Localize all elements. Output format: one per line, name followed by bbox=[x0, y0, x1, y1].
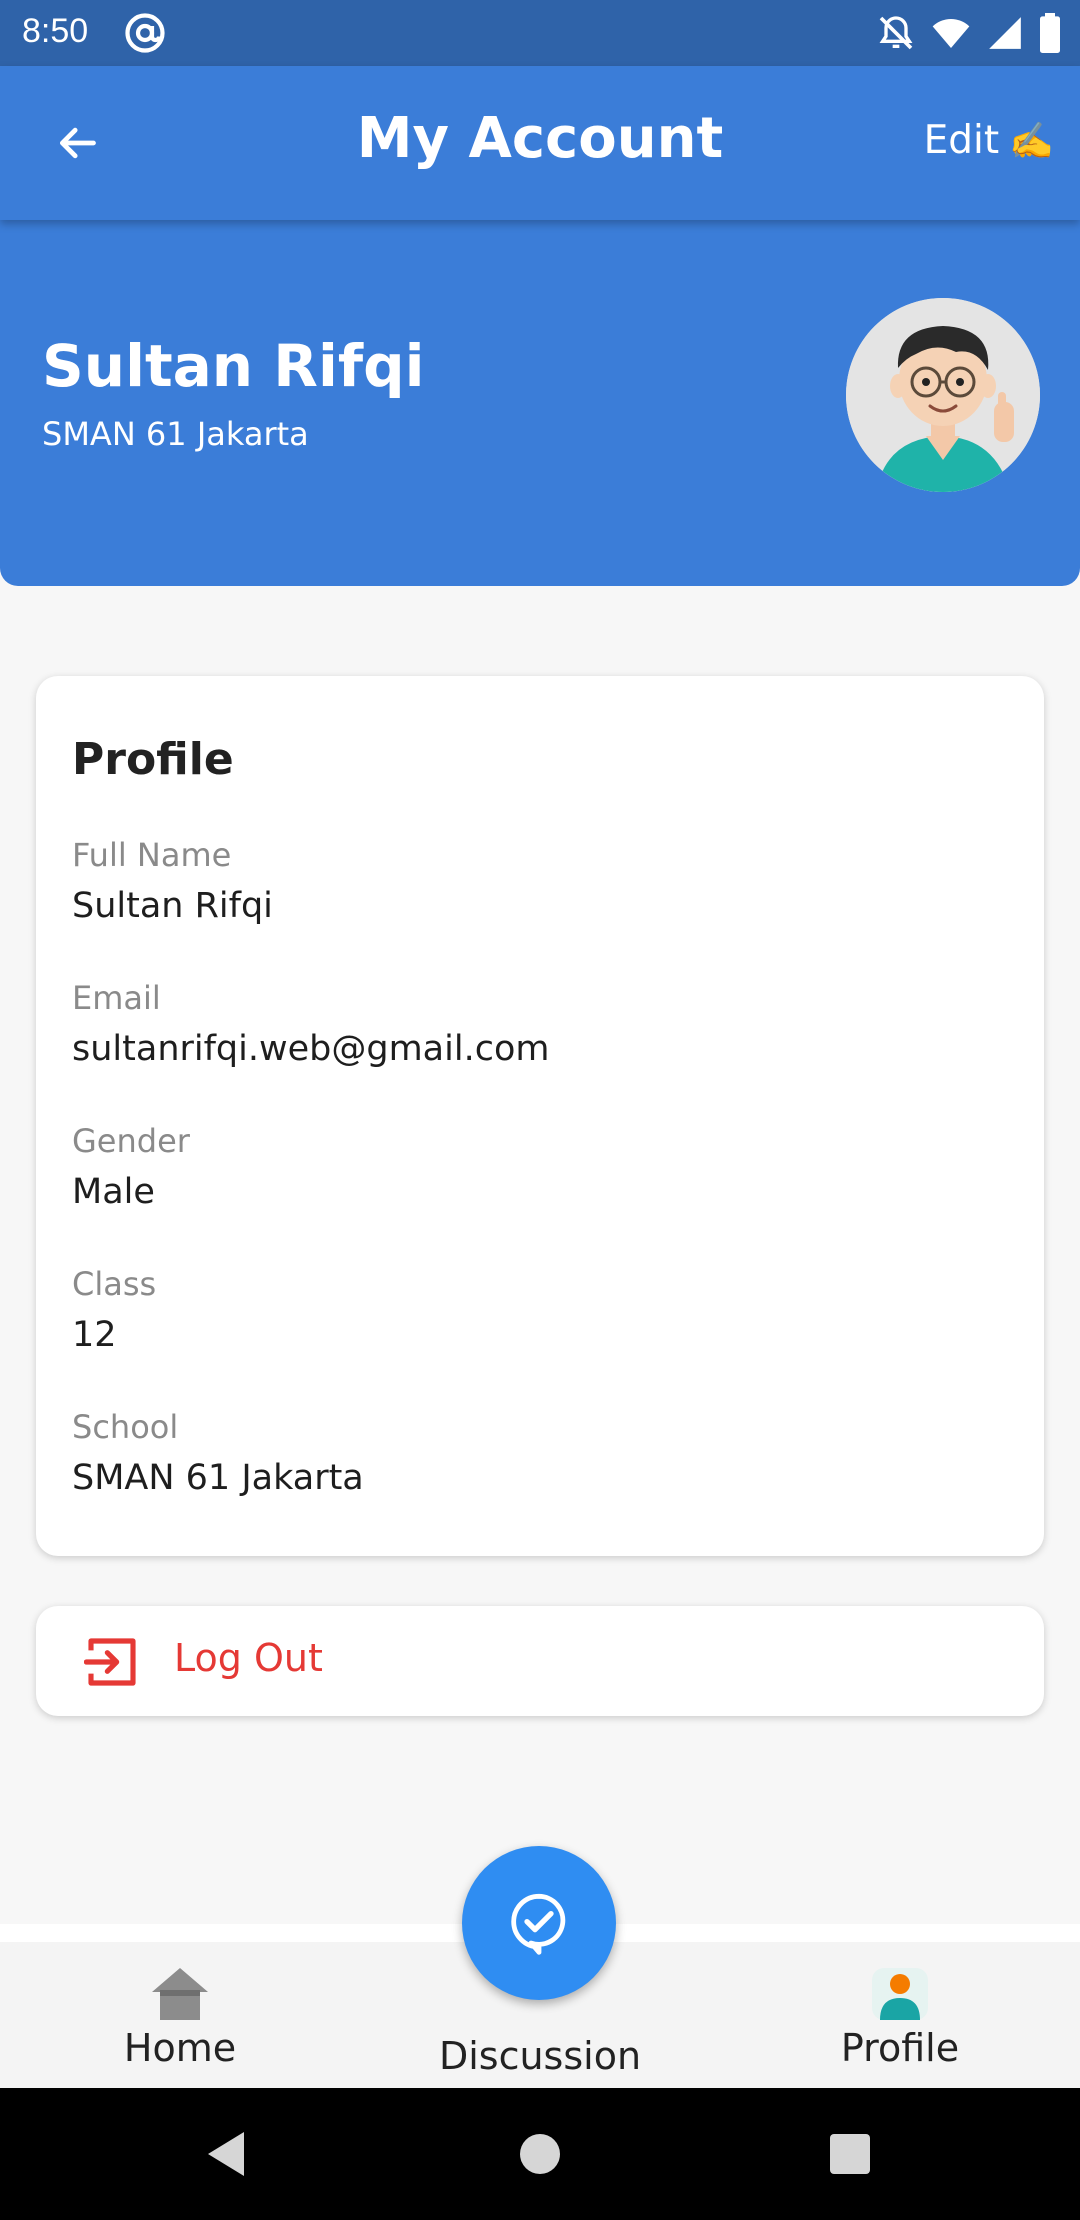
field-label: Email bbox=[72, 979, 161, 1017]
signal-icon bbox=[989, 17, 1021, 49]
field-email: Email sultanrifqi.web@gmail.com bbox=[72, 979, 549, 1069]
status-bar: 8:50 bbox=[0, 0, 1080, 66]
field-label: Gender bbox=[72, 1122, 190, 1160]
battery-icon bbox=[1040, 13, 1060, 53]
logout-label: Log Out bbox=[174, 1636, 323, 1680]
bell-off-icon bbox=[879, 16, 913, 50]
edit-button[interactable]: Edit ✍️ bbox=[924, 118, 1054, 163]
user-name: Sultan Rifqi bbox=[42, 332, 425, 400]
status-icons bbox=[876, 12, 1062, 54]
discussion-check-icon bbox=[511, 1893, 566, 1955]
discussion-fab[interactable] bbox=[462, 1846, 616, 2000]
edit-label: Edit bbox=[923, 118, 1000, 163]
field-school: School SMAN 61 Jakarta bbox=[72, 1408, 364, 1498]
nav-item-discussion[interactable]: Discussion bbox=[410, 2030, 670, 2078]
logout-icon bbox=[84, 1638, 136, 1686]
field-class: Class 12 bbox=[72, 1265, 156, 1355]
field-value: SMAN 61 Jakarta bbox=[72, 1458, 364, 1498]
logout-button[interactable]: Log Out bbox=[36, 1606, 1044, 1716]
page-title: My Account bbox=[356, 106, 724, 171]
status-time: 8:50 bbox=[22, 12, 89, 50]
field-label: Class bbox=[72, 1265, 157, 1303]
nav-label: Profile bbox=[840, 2026, 960, 2070]
field-full-name: Full Name Sultan Rifqi bbox=[72, 836, 273, 926]
nav-home-icon[interactable] bbox=[518, 2132, 562, 2176]
field-value: Male bbox=[72, 1172, 155, 1212]
wifi-icon bbox=[932, 19, 970, 48]
field-label: School bbox=[72, 1408, 179, 1446]
profile-icon bbox=[872, 1968, 928, 2020]
nav-item-profile[interactable]: Profile bbox=[770, 1966, 1030, 2070]
field-value: Sultan Rifqi bbox=[72, 886, 273, 926]
nav-recents-icon[interactable] bbox=[830, 2134, 870, 2174]
profile-card-title: Profile bbox=[72, 734, 234, 785]
field-gender: Gender Male bbox=[72, 1122, 190, 1212]
profile-header: Sultan Rifqi SMAN 61 Jakarta bbox=[0, 220, 1080, 586]
home-icon bbox=[152, 1968, 208, 2020]
profile-card: Profile Full Name Sultan Rifqi Email sul… bbox=[36, 676, 1044, 1556]
avatar-illustration bbox=[846, 298, 1040, 492]
nav-item-home[interactable]: Home bbox=[50, 1966, 310, 2070]
user-school: SMAN 61 Jakarta bbox=[42, 415, 309, 453]
avatar[interactable] bbox=[846, 298, 1040, 492]
nav-back-icon[interactable] bbox=[204, 2130, 248, 2178]
field-label: Full Name bbox=[72, 836, 232, 874]
writing-hand-icon: ✍️ bbox=[1009, 120, 1054, 162]
system-nav-bar bbox=[0, 2088, 1080, 2220]
app-bar: My Account Edit ✍️ bbox=[0, 66, 1080, 220]
at-sign-icon bbox=[125, 13, 165, 53]
nav-label: Discussion bbox=[438, 2034, 642, 2078]
field-value: 12 bbox=[72, 1315, 117, 1355]
nav-label: Home bbox=[123, 2026, 237, 2070]
field-value: sultanrifqi.web@gmail.com bbox=[72, 1029, 550, 1069]
